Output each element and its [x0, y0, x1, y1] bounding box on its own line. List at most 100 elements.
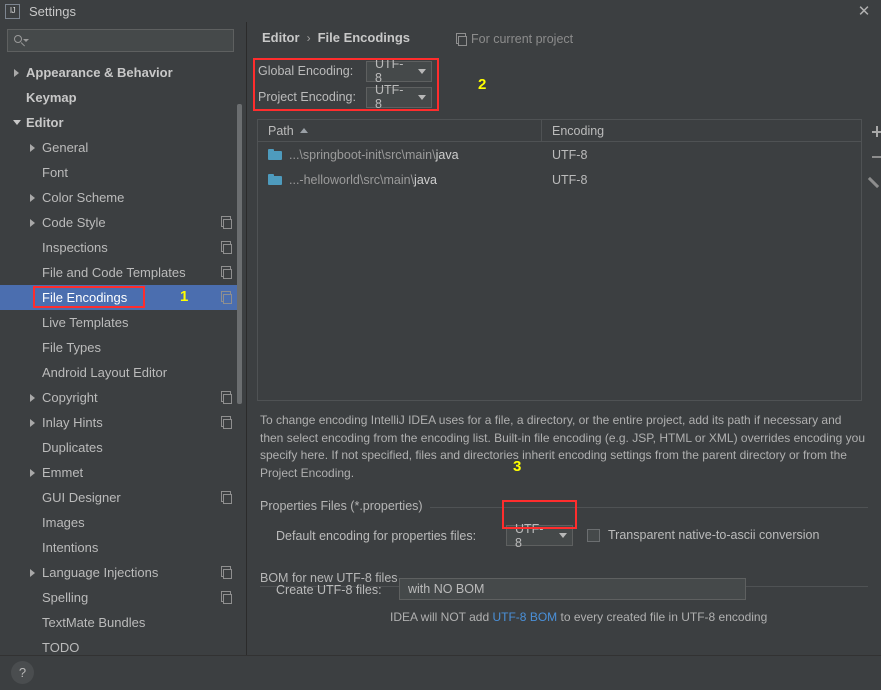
sidebar-item-emmet[interactable]: Emmet	[0, 460, 240, 485]
minus-icon	[871, 155, 881, 158]
project-encoding-dropdown[interactable]: UTF-8	[366, 83, 432, 111]
column-header-encoding[interactable]: Encoding	[542, 124, 604, 138]
sidebar-item-duplicates[interactable]: Duplicates	[0, 435, 240, 460]
sidebar-item-copyright[interactable]: Copyright	[0, 385, 240, 410]
sidebar-item-file-types[interactable]: File Types	[0, 335, 240, 360]
sort-ascending-icon	[299, 128, 308, 133]
sidebar-scrollbar-thumb[interactable]	[237, 104, 242, 404]
sidebar-item-textmate-bundles[interactable]: TextMate Bundles	[0, 610, 240, 635]
breadcrumb-parent[interactable]: Editor	[262, 30, 300, 45]
cell-path: ...-helloworld\src\main\java	[258, 173, 542, 187]
table-header: Path Encoding	[258, 119, 861, 142]
close-icon[interactable]: ✕	[854, 2, 874, 20]
help-button[interactable]: ?	[11, 661, 34, 684]
title-bar: IJ Settings ✕	[0, 0, 881, 22]
folder-icon	[268, 149, 282, 160]
global-encoding-row: Global Encoding: UTF-8	[254, 57, 432, 85]
copy-icon	[219, 416, 232, 429]
chevron-down-icon	[559, 533, 567, 538]
chevron-right-icon[interactable]	[26, 566, 39, 579]
bom-hint-after: to every created file in UTF-8 encoding	[557, 610, 768, 624]
logo-text: IJ	[9, 6, 16, 15]
chevron-right-icon[interactable]	[10, 66, 23, 79]
sidebar-item-file-encodings[interactable]: File Encodings	[0, 285, 240, 310]
sidebar-item-label: Inlay Hints	[42, 415, 103, 430]
sidebar-item-label: Font	[42, 165, 69, 180]
properties-group-title: Properties Files (*.properties)	[260, 499, 430, 513]
chevron-right-icon[interactable]	[26, 141, 39, 154]
cell-encoding: UTF-8	[552, 147, 588, 162]
table-row[interactable]: ...\springboot-init\src\main\java UTF-8	[258, 142, 861, 167]
utf8-bom-link[interactable]: UTF-8 BOM	[492, 610, 557, 624]
cell-path: ...\springboot-init\src\main\java	[258, 148, 542, 162]
search-input[interactable]	[32, 33, 233, 48]
global-encoding-value: UTF-8	[375, 57, 404, 85]
encoding-description: To change encoding IntelliJ IDEA uses fo…	[260, 413, 865, 480]
chevron-down-icon	[418, 94, 426, 100]
transparent-conversion-checkbox[interactable]	[587, 528, 600, 542]
sidebar-item-inspections[interactable]: Inspections	[0, 235, 240, 260]
sidebar-item-color-scheme[interactable]: Color Scheme	[0, 185, 240, 210]
annotation-number-2: 2	[478, 76, 487, 93]
for-current-project-text: For current project	[471, 32, 574, 46]
sidebar-item-inlay-hints[interactable]: Inlay Hints	[0, 410, 240, 435]
sidebar-item-code-style[interactable]: Code Style	[0, 210, 240, 235]
remove-path-button[interactable]	[866, 144, 881, 169]
table-toolbar	[866, 119, 881, 209]
table-row[interactable]: ...-helloworld\src\main\java UTF-8	[258, 167, 861, 192]
chevron-right-icon[interactable]	[26, 216, 39, 229]
copy-icon	[219, 241, 232, 254]
sidebar-item-label: Color Scheme	[42, 190, 125, 205]
cell-path-text: ...-helloworld\src\main\java	[289, 173, 437, 187]
copy-icon	[219, 291, 232, 304]
sidebar-item-language-injections[interactable]: Language Injections	[0, 560, 240, 585]
sidebar-item-general[interactable]: General	[0, 135, 240, 160]
transparent-conversion-label: Transparent native-to-ascii conversion	[608, 528, 820, 542]
chevron-right-icon[interactable]	[26, 466, 39, 479]
sidebar-item-appearance-behavior[interactable]: Appearance & Behavior	[0, 60, 240, 85]
chevron-right-icon[interactable]	[26, 416, 39, 429]
sidebar-item-gui-designer[interactable]: GUI Designer	[0, 485, 240, 510]
sidebar-item-label: Intentions	[42, 540, 99, 555]
sidebar-item-live-templates[interactable]: Live Templates	[0, 310, 240, 335]
default-properties-encoding-dropdown[interactable]: UTF-8	[506, 522, 573, 550]
sidebar-item-editor[interactable]: Editor	[0, 110, 240, 135]
sidebar-item-android-layout-editor[interactable]: Android Layout Editor	[0, 360, 240, 385]
sidebar-item-todo[interactable]: TODO	[0, 635, 240, 655]
sidebar-item-images[interactable]: Images	[0, 510, 240, 535]
chevron-right-icon[interactable]	[26, 191, 39, 204]
settings-dialog: IJ Settings ✕ Appearance & Behavior Keyma…	[0, 0, 881, 690]
add-path-button[interactable]	[866, 119, 881, 144]
breadcrumb: Editor › File Encodings	[262, 30, 410, 45]
global-encoding-dropdown[interactable]: UTF-8	[366, 57, 432, 85]
dialog-bottom-bar: ? https://blog.csdn. https:// blog.csdn.…	[0, 655, 881, 690]
column-header-path[interactable]: Path	[258, 119, 542, 142]
chevron-right-icon[interactable]	[26, 391, 39, 404]
cell-path-last: java	[414, 172, 437, 187]
sidebar-item-label: TODO	[42, 640, 80, 655]
chevron-down-icon[interactable]	[10, 116, 23, 129]
copy-icon	[219, 216, 232, 229]
annotation-number-3: 3	[513, 458, 522, 475]
cell-path-text: ...\springboot-init\src\main\java	[289, 148, 459, 162]
search-box[interactable]	[7, 29, 234, 52]
sidebar-item-spelling[interactable]: Spelling	[0, 585, 240, 610]
transparent-conversion-checkbox-row[interactable]: Transparent native-to-ascii conversion	[587, 528, 819, 542]
create-utf8-files-value: with NO BOM	[408, 582, 485, 596]
sidebar-item-label: TextMate Bundles	[42, 615, 146, 630]
sidebar-item-keymap[interactable]: Keymap	[0, 85, 240, 110]
cell-path-prefix: ...\springboot-init\src\main\	[289, 147, 436, 162]
sidebar-item-intentions[interactable]: Intentions	[0, 535, 240, 560]
create-utf8-files-dropdown[interactable]: with NO BOM	[399, 578, 746, 600]
sidebar-item-label: Duplicates	[42, 440, 103, 455]
sidebar-scrollbar-track[interactable]	[237, 62, 244, 652]
edit-path-button[interactable]	[866, 169, 881, 194]
sidebar-item-font[interactable]: Font	[0, 160, 240, 185]
sidebar-item-file-and-code-templates[interactable]: File and Code Templates	[0, 260, 240, 285]
